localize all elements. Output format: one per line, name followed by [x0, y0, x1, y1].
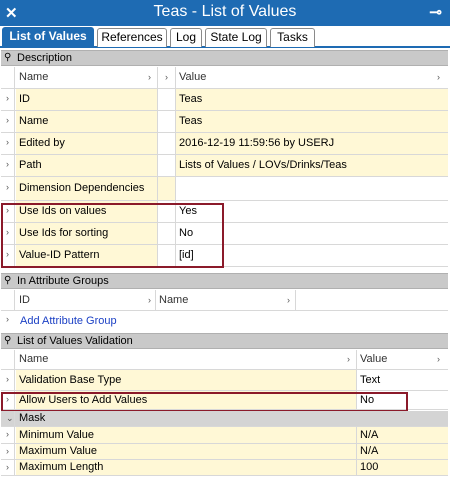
row-value[interactable]: N/A — [357, 427, 448, 443]
pin-icon[interactable]: ⚲ — [4, 335, 11, 346]
row-value[interactable]: 100 — [357, 460, 448, 475]
table-row[interactable]: › Path Lists of Values / LOVs/Drinks/Tea… — [1, 155, 448, 177]
chevron-right-icon: › — [437, 72, 440, 82]
chevron-right-icon: › — [165, 72, 168, 82]
chevron-right-icon: › — [6, 374, 9, 384]
chevron-right-icon: › — [347, 354, 350, 364]
table-header: Name › › Value › — [1, 67, 448, 89]
table-row[interactable]: › Name Teas — [1, 111, 448, 133]
chevron-right-icon: › — [437, 354, 440, 364]
row-value[interactable]: N/A — [357, 444, 448, 459]
section-description[interactable]: ⚲ Description — [1, 50, 448, 66]
tab-tasks[interactable]: Tasks — [270, 28, 315, 47]
pin-icon[interactable]: ⚲ — [4, 275, 11, 286]
column-header-id[interactable]: ID — [16, 290, 156, 310]
table-header: ID › Name › — [1, 290, 448, 311]
tab-references[interactable]: References — [97, 28, 167, 47]
window-title: Teas - List of Values — [153, 3, 297, 20]
mask-label: Mask — [19, 412, 46, 424]
section-label: List of Values Validation — [17, 335, 133, 347]
table-row[interactable]: › Edited by 2016-12-19 11:59:56 by USERJ — [1, 133, 448, 155]
table-row[interactable]: › Validation Base Type Text — [1, 370, 448, 391]
tab-bar: List of Values References Log State Log … — [0, 26, 450, 48]
chevron-right-icon: › — [6, 115, 9, 125]
pin-icon[interactable]: ⊸ — [429, 3, 442, 21]
title-bar: ✕ Teas - List of Values ⊸ — [0, 0, 450, 26]
chevron-right-icon: › — [6, 93, 9, 103]
row-name: Maximum Length — [16, 460, 357, 475]
tab-list-of-values[interactable]: List of Values — [2, 27, 94, 48]
row-value[interactable]: Lists of Values / LOVs/Drinks/Teas — [176, 155, 448, 176]
chevron-right-icon: › — [148, 295, 151, 305]
chevron-right-icon: › — [6, 182, 9, 192]
row-value[interactable]: Text — [357, 370, 448, 390]
table-row[interactable]: › Dimension Dependencies — [1, 177, 448, 201]
row-name: Validation Base Type — [16, 370, 357, 390]
section-label: Description — [17, 52, 73, 64]
column-header-value[interactable]: Value — [357, 350, 448, 369]
row-name: Maximum Value — [16, 444, 357, 459]
row-name: Dimension Dependencies — [16, 177, 158, 200]
row-name: ID — [16, 89, 158, 110]
section-validation[interactable]: ⚲ List of Values Validation — [1, 333, 448, 349]
highlight-box — [1, 203, 224, 268]
row-value[interactable] — [176, 177, 448, 200]
chevron-down-icon: ⌄ — [6, 413, 14, 423]
table-header: Name › Value › — [1, 350, 448, 370]
chevron-right-icon: › — [6, 314, 9, 324]
column-header-name[interactable]: Name — [156, 290, 296, 310]
chevron-right-icon: › — [6, 137, 9, 147]
add-attribute-group-link[interactable]: Add Attribute Group — [20, 315, 117, 327]
chevron-right-icon: › — [148, 72, 151, 82]
chevron-right-icon: › — [6, 429, 9, 439]
table-row[interactable]: › Minimum Value N/A — [1, 427, 448, 444]
table-row[interactable]: › ID Teas — [1, 89, 448, 111]
chevron-right-icon: › — [6, 159, 9, 169]
highlight-box — [1, 392, 408, 412]
row-value[interactable]: 2016-12-19 11:59:56 by USERJ — [176, 133, 448, 154]
row-value[interactable]: Teas — [176, 111, 448, 132]
row-name: Edited by — [16, 133, 158, 154]
tab-log[interactable]: Log — [170, 28, 202, 47]
chevron-right-icon: › — [6, 462, 9, 472]
row-value[interactable]: Teas — [176, 89, 448, 110]
section-label: In Attribute Groups — [17, 275, 109, 287]
row-name: Name — [16, 111, 158, 132]
column-header-name[interactable]: Name — [16, 350, 357, 369]
add-row: › Add Attribute Group — [1, 311, 448, 331]
chevron-right-icon: › — [287, 295, 290, 305]
mask-group-header[interactable]: ⌄ Mask — [1, 411, 448, 427]
row-name: Minimum Value — [16, 427, 357, 443]
row-name: Path — [16, 155, 158, 176]
pin-icon[interactable]: ⚲ — [4, 52, 11, 63]
column-header-value[interactable]: Value — [176, 67, 448, 88]
tab-state-log[interactable]: State Log — [205, 28, 267, 47]
section-attribute-groups[interactable]: ⚲ In Attribute Groups — [1, 273, 448, 289]
column-header-name[interactable]: Name — [16, 67, 158, 88]
table-row[interactable]: › Maximum Value N/A — [1, 444, 448, 460]
table-row[interactable]: › Maximum Length 100 — [1, 460, 448, 476]
chevron-right-icon: › — [6, 446, 9, 456]
